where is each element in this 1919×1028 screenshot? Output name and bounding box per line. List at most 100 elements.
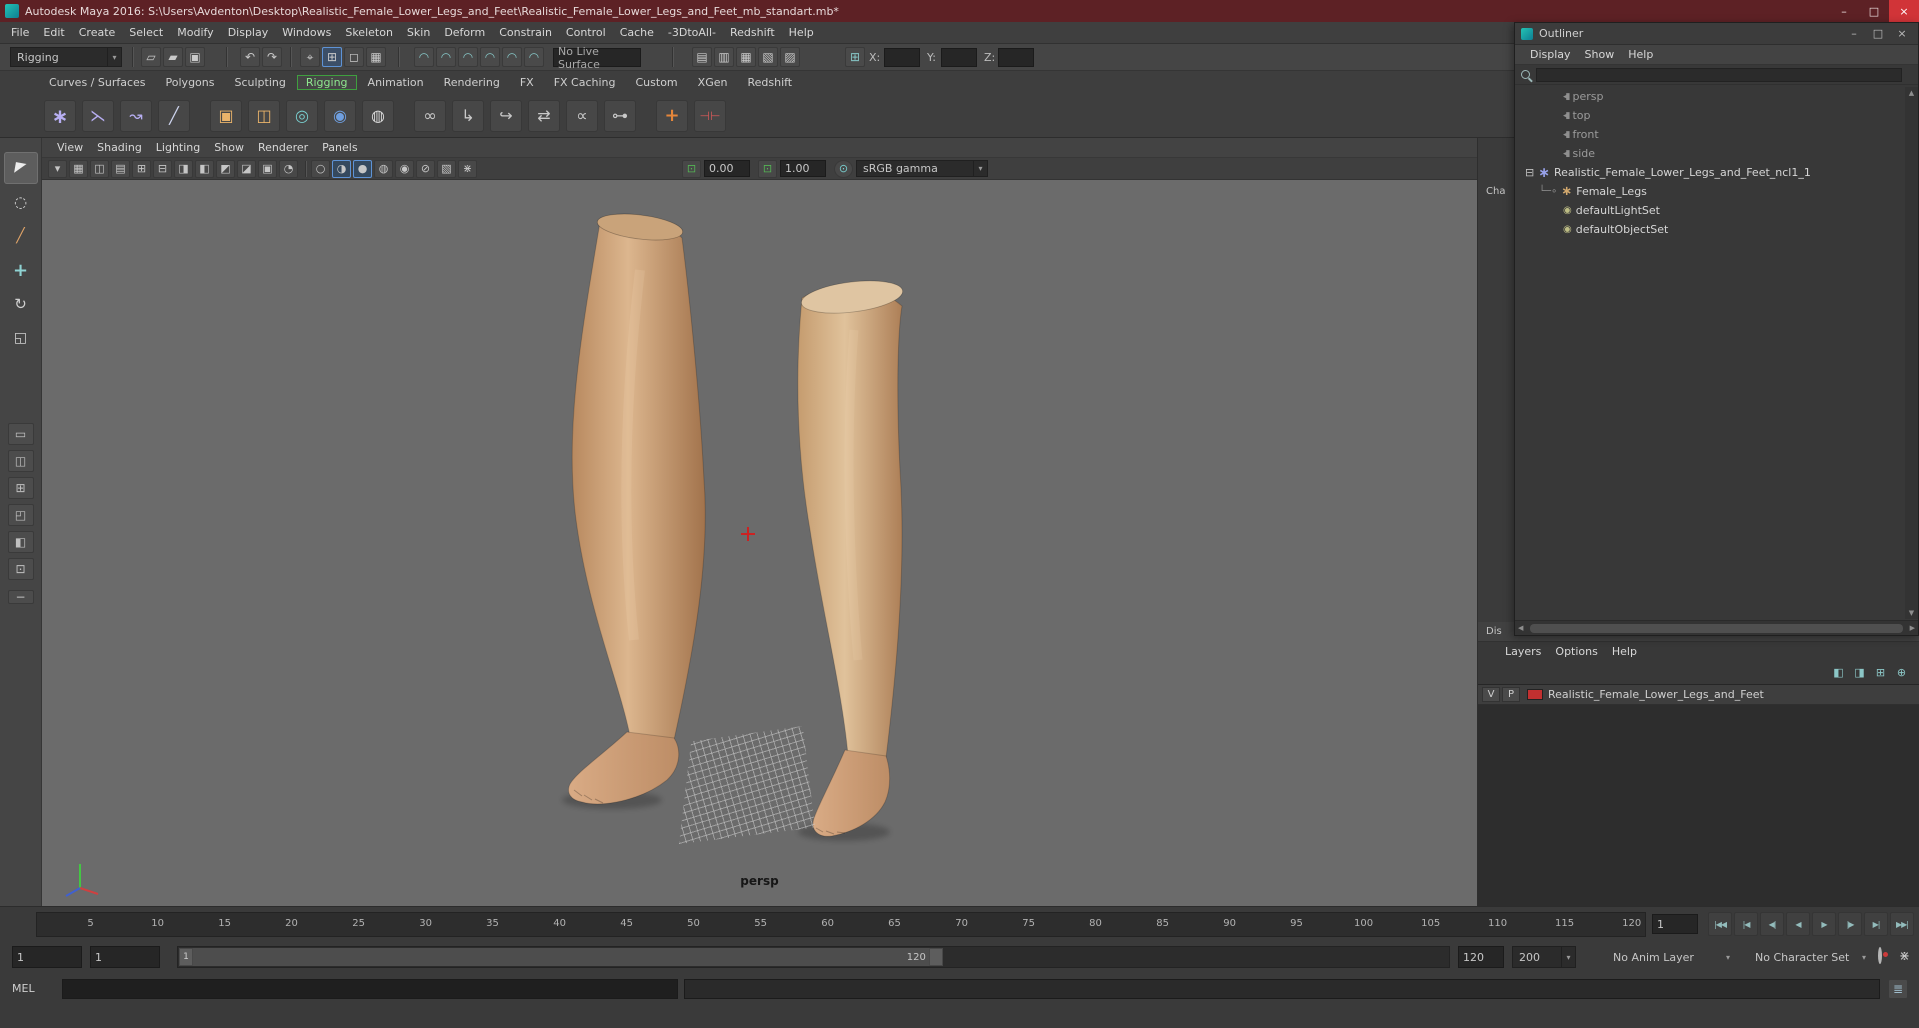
- screen-space-ao-icon[interactable]: ⊘: [416, 159, 435, 178]
- menu-item[interactable]: Deform: [437, 22, 492, 44]
- layout-two-pane-button[interactable]: ◫: [7, 450, 34, 472]
- shadows-icon[interactable]: ◉: [395, 159, 414, 178]
- scale-tool[interactable]: ◱: [4, 322, 38, 354]
- channel-box-tab[interactable]: Cha: [1486, 186, 1505, 197]
- menu-item[interactable]: -3DtoAll-: [661, 22, 723, 44]
- outliner-item[interactable]: ◂▮ top: [1515, 106, 1905, 125]
- menu-item[interactable]: Cache: [613, 22, 661, 44]
- camera-select-icon[interactable]: ▾: [48, 159, 67, 178]
- exposure-field[interactable]: [704, 160, 750, 177]
- menu-item[interactable]: Modify: [170, 22, 220, 44]
- outliner-item[interactable]: ◂▮ side: [1515, 144, 1905, 163]
- character-set-icon[interactable]: ◍: [362, 99, 394, 132]
- render-open-icon[interactable]: ▧: [758, 47, 778, 67]
- make-live-icon[interactable]: ◠: [524, 47, 544, 67]
- layer-color-swatch[interactable]: [1527, 689, 1543, 700]
- move-layer-down-icon[interactable]: ◨: [1851, 664, 1868, 680]
- colorspace-icon[interactable]: ⊙: [834, 159, 853, 178]
- layout-persp-graph-button[interactable]: ◧: [7, 531, 34, 553]
- layer-from-selected-icon[interactable]: ⊕: [1893, 664, 1910, 680]
- parent-constraint-icon[interactable]: ↳: [452, 99, 484, 132]
- animation-start-field[interactable]: [12, 946, 82, 968]
- go-to-start-button[interactable]: |◀◀: [1708, 912, 1732, 936]
- ik-handle-icon[interactable]: ⋋: [82, 99, 114, 132]
- paint-select-tool[interactable]: ╱: [4, 220, 38, 252]
- panel-menu-item[interactable]: Panels: [315, 138, 364, 158]
- outliner-menu-item[interactable]: Display: [1523, 45, 1578, 65]
- ik-spline-icon[interactable]: ↝: [120, 99, 152, 132]
- node-editor-icon[interactable]: ⊶: [604, 99, 636, 132]
- outliner-close-button[interactable]: ×: [1890, 23, 1914, 45]
- outliner-menu-item[interactable]: Help: [1621, 45, 1660, 65]
- outliner-minimize-button[interactable]: –: [1842, 23, 1866, 45]
- fill-mode-icon[interactable]: ◩: [216, 159, 235, 178]
- move-layer-up-icon[interactable]: ◧: [1830, 664, 1847, 680]
- panel-menu-item[interactable]: View: [50, 138, 90, 158]
- render-ipr-icon[interactable]: ▨: [780, 47, 800, 67]
- control-circle-icon[interactable]: ◎: [286, 99, 318, 132]
- undo-icon[interactable]: ↶: [240, 47, 260, 67]
- shelf-tab[interactable]: Redshift: [738, 75, 801, 90]
- panel-menu-item[interactable]: Shading: [90, 138, 149, 158]
- outliner-menu-item[interactable]: Show: [1578, 45, 1622, 65]
- outliner-item[interactable]: └─∘ ∗ Female_Legs: [1515, 182, 1905, 201]
- mel-command-input[interactable]: [62, 979, 678, 999]
- time-slider[interactable]: 5 10 15 20 25 30 35 40 45 50 55 60 65 70 75 80 85 90 95 100…: [36, 912, 1646, 937]
- humanik-control-icon[interactable]: ◫: [248, 99, 280, 132]
- panel-menu-item[interactable]: Show: [207, 138, 251, 158]
- grid-toggle-icon[interactable]: ▦: [69, 159, 88, 178]
- smooth-shade-icon[interactable]: ◑: [332, 159, 351, 178]
- image-plane-icon[interactable]: ◔: [279, 159, 298, 178]
- shelf-tab[interactable]: FX: [511, 75, 543, 90]
- panel-menu-item[interactable]: Lighting: [149, 138, 207, 158]
- z-coordinate-field[interactable]: [998, 48, 1034, 67]
- redo-icon[interactable]: ↷: [262, 47, 282, 67]
- motion-blur-icon[interactable]: ▧: [437, 159, 456, 178]
- menuset-dropdown[interactable]: Rigging ▾: [10, 47, 122, 67]
- outliner-item[interactable]: ◉ defaultObjectSet: [1515, 220, 1905, 239]
- range-end-handle[interactable]: [928, 948, 943, 966]
- outliner-search-field[interactable]: [1536, 67, 1902, 82]
- snap-grid-icon[interactable]: ◠: [414, 47, 434, 67]
- snap-view-plane-icon[interactable]: ◠: [502, 47, 522, 67]
- step-forward-frame-button[interactable]: ▶|: [1864, 912, 1888, 936]
- menu-item[interactable]: Create: [72, 22, 123, 44]
- output-connections-icon[interactable]: ▥: [714, 47, 734, 67]
- shelf-tab[interactable]: Custom: [627, 75, 687, 90]
- snap-projected-center-icon[interactable]: ◠: [480, 47, 500, 67]
- snap-curve-icon[interactable]: ◠: [436, 47, 456, 67]
- camera-attributes-icon[interactable]: ◪: [237, 159, 256, 178]
- lattice-sphere-icon[interactable]: ◉: [324, 99, 356, 132]
- display-tab[interactable]: Dis: [1486, 626, 1502, 637]
- orient-constraint-icon[interactable]: ↪: [490, 99, 522, 132]
- frame-selection-icon[interactable]: ⊞: [845, 47, 865, 67]
- x-coordinate-field[interactable]: [884, 48, 920, 67]
- menu-item[interactable]: Control: [559, 22, 613, 44]
- colorspace-dropdown[interactable]: sRGB gamma ▾: [856, 160, 988, 177]
- select-tool[interactable]: ◤: [3, 152, 38, 184]
- menu-item[interactable]: Constrain: [492, 22, 559, 44]
- animation-preferences-icon[interactable]: ⋇: [1899, 949, 1910, 964]
- layout-hypershade-button[interactable]: ⊡: [7, 558, 34, 580]
- constraint-link-icon[interactable]: ∞: [414, 99, 446, 132]
- current-time-field[interactable]: [1652, 914, 1698, 934]
- character-set-dropdown[interactable]: No Character Set ▾: [1748, 946, 1872, 968]
- menu-item[interactable]: Skeleton: [338, 22, 400, 44]
- wireframe-icon[interactable]: ○: [311, 159, 330, 178]
- menu-item[interactable]: File: [4, 22, 36, 44]
- select-mode-component-icon[interactable]: ◻: [344, 47, 364, 67]
- move-tool[interactable]: +: [4, 254, 38, 286]
- minimize-button[interactable]: –: [1829, 0, 1859, 22]
- layout-single-pane-button[interactable]: ▭: [7, 423, 34, 445]
- anim-layer-dropdown[interactable]: No Anim Layer ▾: [1606, 946, 1736, 968]
- gamma-field[interactable]: [780, 160, 826, 177]
- layout-shrink-button[interactable]: −: [7, 590, 34, 604]
- film-gate-icon[interactable]: ◫: [90, 159, 109, 178]
- shelf-tab[interactable]: Rendering: [435, 75, 509, 90]
- field-chart-icon[interactable]: ⊟: [153, 159, 172, 178]
- gamma-icon[interactable]: ⊡: [758, 159, 777, 178]
- menu-item[interactable]: Select: [122, 22, 170, 44]
- rotate-tool[interactable]: ↻: [4, 288, 38, 320]
- new-scene-icon[interactable]: ▱: [141, 47, 161, 67]
- humanik-character-icon[interactable]: ▣: [210, 99, 242, 132]
